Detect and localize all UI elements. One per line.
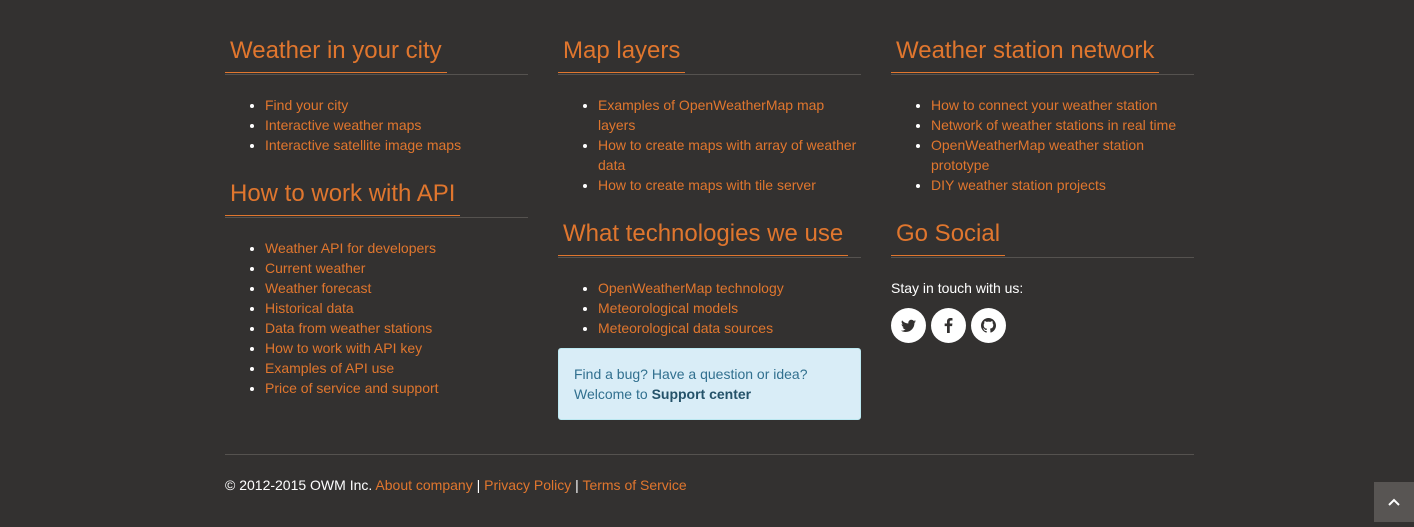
section-title-technologies: What technologies we use xyxy=(558,214,849,256)
link-api-examples[interactable]: Examples of API use xyxy=(265,360,394,376)
link-connect-station[interactable]: How to connect your weather station xyxy=(931,97,1157,113)
link-privacy-policy[interactable]: Privacy Policy xyxy=(484,477,571,493)
footer-column-1: Weather in your city Find your city Inte… xyxy=(225,30,528,416)
section-header-stations: Weather station network xyxy=(891,30,1194,75)
section-header-technologies: What technologies we use xyxy=(558,213,861,258)
support-alert: Find a bug? Have a question or idea? Wel… xyxy=(558,348,861,420)
section-title-weather-city: Weather in your city xyxy=(225,31,447,73)
footer-column-3: Weather station network How to connect y… xyxy=(891,30,1194,343)
link-station-prototype[interactable]: OpenWeatherMap weather station prototype xyxy=(931,137,1144,173)
link-price[interactable]: Price of service and support xyxy=(265,380,439,396)
stations-links: How to connect your weather station Netw… xyxy=(891,95,1194,195)
link-about-company[interactable]: About company xyxy=(375,477,472,493)
link-historical-data[interactable]: Historical data xyxy=(265,300,354,316)
support-text: Find a bug? Have a question or idea? xyxy=(574,366,808,382)
link-meteo-sources[interactable]: Meteorological data sources xyxy=(598,320,773,336)
footer-separator: | xyxy=(575,477,579,493)
link-api-key[interactable]: How to work with API key xyxy=(265,340,422,356)
footer-divider xyxy=(225,454,1194,455)
link-weather-forecast[interactable]: Weather forecast xyxy=(265,280,371,296)
section-header-weather-city: Weather in your city xyxy=(225,30,528,75)
link-api-developers[interactable]: Weather API for developers xyxy=(265,240,436,256)
weather-city-links: Find your city Interactive weather maps … xyxy=(225,95,528,155)
section-title-map-layers: Map layers xyxy=(558,31,686,73)
link-station-data[interactable]: Data from weather stations xyxy=(265,320,432,336)
section-title-stations: Weather station network xyxy=(891,31,1160,73)
section-title-social: Go Social xyxy=(891,214,1006,256)
api-links: Weather API for developers Current weath… xyxy=(225,238,528,398)
link-find-city[interactable]: Find your city xyxy=(265,97,348,113)
link-owm-technology[interactable]: OpenWeatherMap technology xyxy=(598,280,784,296)
map-layers-links: Examples of OpenWeatherMap map layers Ho… xyxy=(558,95,861,195)
section-header-api: How to work with API xyxy=(225,173,528,218)
link-meteo-models[interactable]: Meteorological models xyxy=(598,300,738,316)
link-diy-projects[interactable]: DIY weather station projects xyxy=(931,177,1106,193)
link-stations-realtime[interactable]: Network of weather stations in real time xyxy=(931,117,1176,133)
footer-bar: © 2012-2015 OWM Inc. About company | Pri… xyxy=(225,475,687,495)
footer-separator: | xyxy=(476,477,481,493)
support-center-link[interactable]: Support center xyxy=(652,386,752,402)
copyright-text: © 2012-2015 OWM Inc. xyxy=(225,477,373,493)
link-map-layer-examples[interactable]: Examples of OpenWeatherMap map layers xyxy=(598,97,824,133)
chevron-up-icon xyxy=(1388,498,1400,506)
github-icon xyxy=(981,318,996,333)
section-title-api: How to work with API xyxy=(225,174,461,216)
link-terms-of-service[interactable]: Terms of Service xyxy=(582,477,686,493)
facebook-button[interactable] xyxy=(931,308,966,343)
link-satellite-maps[interactable]: Interactive satellite image maps xyxy=(265,137,461,153)
link-interactive-maps[interactable]: Interactive weather maps xyxy=(265,117,421,133)
twitter-button[interactable] xyxy=(891,308,926,343)
footer-column-2: Map layers Examples of OpenWeatherMap ma… xyxy=(558,30,861,420)
link-maps-tile-server[interactable]: How to create maps with tile server xyxy=(598,177,816,193)
support-prefix: Welcome to xyxy=(574,386,648,402)
link-maps-array[interactable]: How to create maps with array of weather… xyxy=(598,137,856,173)
twitter-icon xyxy=(901,319,916,332)
scroll-to-top-button[interactable] xyxy=(1374,482,1414,522)
section-header-social: Go Social xyxy=(891,213,1194,258)
github-button[interactable] xyxy=(971,308,1006,343)
technologies-links: OpenWeatherMap technology Meteorological… xyxy=(558,278,861,338)
social-text: Stay in touch with us: xyxy=(891,280,1024,296)
social-buttons xyxy=(891,308,1194,343)
link-current-weather[interactable]: Current weather xyxy=(265,260,365,276)
facebook-icon xyxy=(944,318,953,333)
section-header-map-layers: Map layers xyxy=(558,30,861,75)
